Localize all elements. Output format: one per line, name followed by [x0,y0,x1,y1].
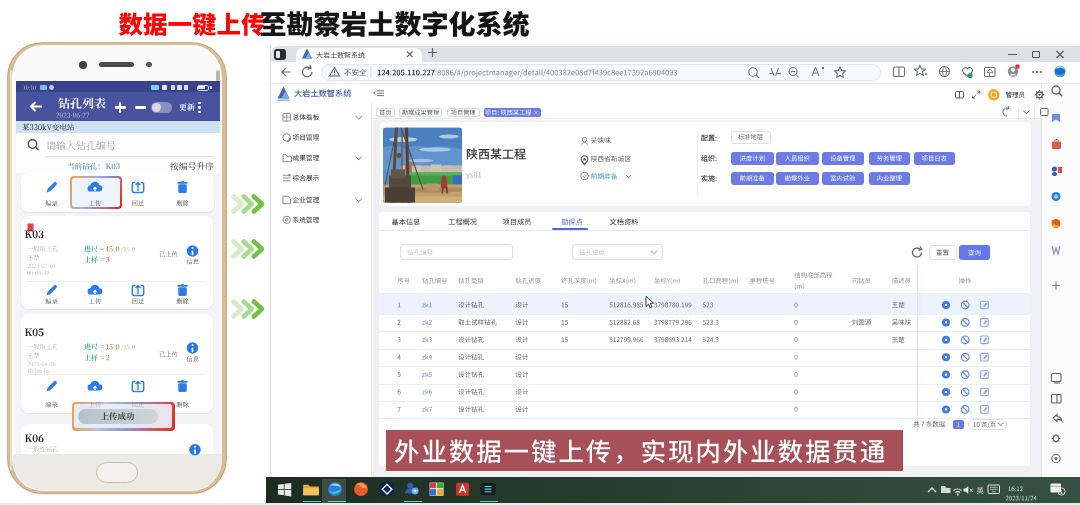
svg-text:1: 1 [1060,489,1064,495]
